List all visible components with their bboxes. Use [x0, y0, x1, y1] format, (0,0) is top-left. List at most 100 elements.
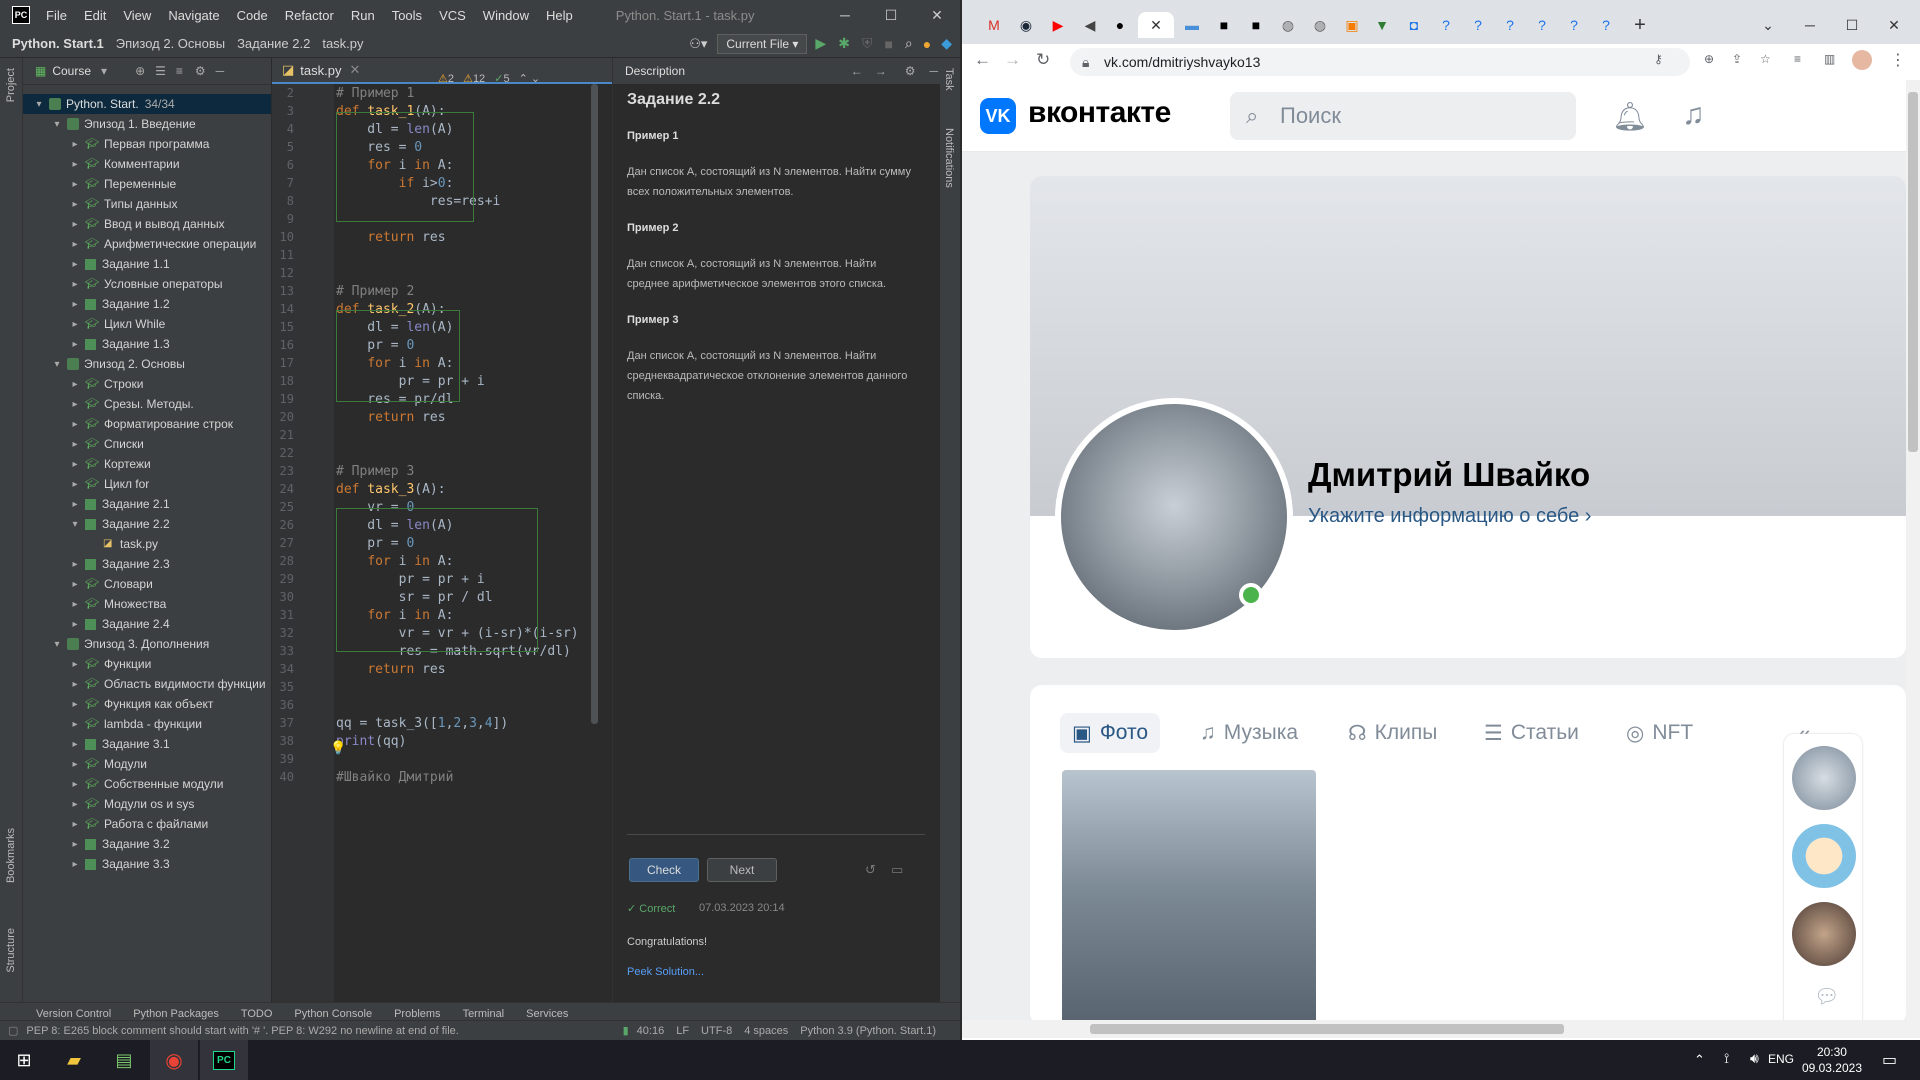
tree-item[interactable]: ▸ Задание 3.2: [23, 834, 271, 854]
page-horizontal-scrollbar[interactable]: [962, 1020, 1920, 1038]
tree-item[interactable]: ▸ 🎓︎ Ввод и вывод данных: [23, 214, 271, 234]
chevron-right-icon[interactable]: ▸: [69, 219, 81, 230]
site-tab-icon[interactable]: ▬: [1180, 12, 1204, 38]
chevron-right-icon[interactable]: ▸: [69, 319, 81, 330]
help-tab-icon[interactable]: ?: [1562, 12, 1586, 38]
code-line[interactable]: qq = task_3([1,2,3,4]): [336, 716, 508, 731]
muted-tab-icon[interactable]: ◀: [1078, 12, 1102, 38]
minimize-button[interactable]: ─: [1798, 12, 1822, 38]
tray-overflow-icon[interactable]: ⌃: [1694, 1052, 1705, 1068]
tree-item[interactable]: ▸ 🎓︎ Цикл for: [23, 474, 271, 494]
chevron-right-icon[interactable]: ▸: [69, 259, 81, 270]
tree-item[interactable]: ▸ 🎓︎ Арифметические операции: [23, 234, 271, 254]
tree-item[interactable]: ▸ Задание 3.1: [23, 734, 271, 754]
breadcrumb-file[interactable]: task.py: [322, 36, 363, 51]
chevron-right-icon[interactable]: ▸: [69, 579, 81, 590]
tree-episode[interactable]: ▾ Эпизод 1. Введение: [23, 114, 271, 134]
menu-vcs[interactable]: VCS: [439, 8, 466, 23]
code-line[interactable]: def task_3(A):: [336, 482, 446, 497]
search-icon[interactable]: ⌕: [905, 35, 913, 52]
code-line[interactable]: return res: [336, 410, 445, 425]
chevron-right-icon[interactable]: ▸: [69, 679, 81, 690]
maximize-button[interactable]: ☐: [1840, 12, 1864, 38]
notifications-tool-button[interactable]: Notifications: [943, 128, 955, 188]
code-line[interactable]: # Пример 1: [336, 86, 414, 101]
tree-item[interactable]: ▸ Задание 2.1: [23, 494, 271, 514]
globe-tab-icon[interactable]: ◍: [1276, 12, 1300, 38]
next-task-icon[interactable]: →: [875, 64, 887, 78]
tree-item[interactable]: ▾ Задание 2.2: [23, 514, 271, 534]
vk-search-input[interactable]: ⌕ Поиск: [1230, 92, 1576, 140]
tree-item[interactable]: ▸ Задание 2.3: [23, 554, 271, 574]
chevron-down-icon[interactable]: ▾: [51, 119, 63, 130]
menu-edit[interactable]: Edit: [84, 8, 106, 23]
maximize-button[interactable]: ☐: [868, 7, 914, 24]
project-tool-button[interactable]: Project: [5, 68, 17, 102]
hide-icon[interactable]: ─: [216, 64, 225, 78]
chevron-right-icon[interactable]: ▸: [69, 459, 81, 470]
code-line[interactable]: #Швайко Дмитрий: [336, 770, 453, 785]
error-stripe[interactable]: [600, 84, 612, 1004]
chevron-right-icon[interactable]: ▸: [69, 819, 81, 830]
help-tab-icon[interactable]: ?: [1466, 12, 1490, 38]
run-config-select[interactable]: Current File ▾: [717, 33, 808, 54]
status-message[interactable]: PEP 8: E265 block comment should start w…: [26, 1025, 458, 1037]
vk-logo-icon[interactable]: VK: [980, 98, 1016, 134]
tab-python-packages[interactable]: Python Packages: [133, 1008, 219, 1020]
structure-tool-button[interactable]: Structure: [5, 928, 17, 973]
tree-episode[interactable]: ▾ Эпизод 2. Основы: [23, 354, 271, 374]
tab-services[interactable]: Services: [526, 1008, 568, 1020]
profile-photo-thumbnail[interactable]: [1062, 770, 1316, 1020]
chevron-right-icon[interactable]: ▸: [69, 719, 81, 730]
tree-item[interactable]: ▸ 🎓︎ Форматирование строк: [23, 414, 271, 434]
chevron-right-icon[interactable]: ▸: [69, 839, 81, 850]
help-tab-icon[interactable]: ?: [1498, 12, 1522, 38]
peek-solution-link[interactable]: Peek Solution...: [627, 966, 704, 978]
notepad-icon[interactable]: ▤: [100, 1040, 148, 1080]
file-encoding[interactable]: UTF-8: [701, 1025, 732, 1037]
menu-run[interactable]: Run: [351, 8, 375, 23]
key-icon[interactable]: ⚷: [1654, 52, 1663, 66]
chevron-right-icon[interactable]: ▸: [69, 779, 81, 790]
inspection-widget[interactable]: ⚠2 ⚠12 ✓5 ⌃ ⌄: [438, 72, 540, 85]
chevron-right-icon[interactable]: ▸: [69, 279, 81, 290]
code-line[interactable]: # Пример 3: [336, 464, 414, 479]
tree-item[interactable]: ▸ 🎓︎ Типы данных: [23, 194, 271, 214]
tree-item[interactable]: ▸ 🎓︎ Собственные модули: [23, 774, 271, 794]
task-tool-button[interactable]: Task: [943, 68, 955, 91]
music-icon[interactable]: ♫: [1682, 98, 1705, 132]
close-button[interactable]: ✕: [1882, 12, 1906, 38]
tab-problems[interactable]: Problems: [394, 1008, 440, 1020]
tree-item[interactable]: ▸ 🎓︎ Множества: [23, 594, 271, 614]
chrome-taskbar-icon[interactable]: ◉: [150, 1040, 198, 1080]
description-tab[interactable]: Description: [625, 64, 685, 78]
media-control-icon[interactable]: ≡: [1794, 52, 1801, 66]
scroll-thumb[interactable]: [1090, 1024, 1564, 1034]
interpreter-setting[interactable]: Python 3.9 (Python. Start.1): [800, 1025, 936, 1037]
chevron-right-icon[interactable]: ▸: [69, 439, 81, 450]
menu-help[interactable]: Help: [546, 8, 573, 23]
globe-tab-icon[interactable]: ◍: [1308, 12, 1332, 38]
breadcrumb-episode[interactable]: Эпизод 2. Основы: [116, 36, 225, 51]
tab-articles[interactable]: ☰ Статьи: [1472, 713, 1591, 753]
input-language[interactable]: ENG: [1768, 1052, 1794, 1066]
debug-icon[interactable]: ✱: [838, 35, 850, 52]
tree-item[interactable]: ▸ 🎓︎ Функция как объект: [23, 694, 271, 714]
tree-item[interactable]: ▸ 🎓︎ Строки: [23, 374, 271, 394]
tab-search-icon[interactable]: ⌄: [1756, 12, 1780, 38]
chrome-menu-icon[interactable]: ⋮: [1890, 50, 1906, 70]
next-button[interactable]: Next: [707, 858, 777, 882]
help-tab-icon[interactable]: ?: [1434, 12, 1458, 38]
url-input[interactable]: 🔒︎ vk.com/dmitriyshvayko13: [1070, 48, 1690, 76]
tree-item[interactable]: ▸ Задание 1.1: [23, 254, 271, 274]
active-tab-close-icon[interactable]: ✕: [1138, 12, 1174, 38]
update-icon[interactable]: ●: [923, 36, 931, 52]
minimize-button[interactable]: ─: [822, 7, 868, 24]
tree-item[interactable]: ▸ 🎓︎ Модули: [23, 754, 271, 774]
tree-root[interactable]: ▾ Python. Start. 34/34: [23, 94, 271, 114]
chevron-down-icon[interactable]: ▾: [51, 359, 63, 370]
reload-icon[interactable]: ↻: [1036, 50, 1050, 70]
help-tab-icon[interactable]: ?: [1530, 12, 1554, 38]
notification-center-icon[interactable]: ▭: [1882, 1050, 1897, 1070]
bookmarks-tool-button[interactable]: Bookmarks: [5, 828, 17, 883]
